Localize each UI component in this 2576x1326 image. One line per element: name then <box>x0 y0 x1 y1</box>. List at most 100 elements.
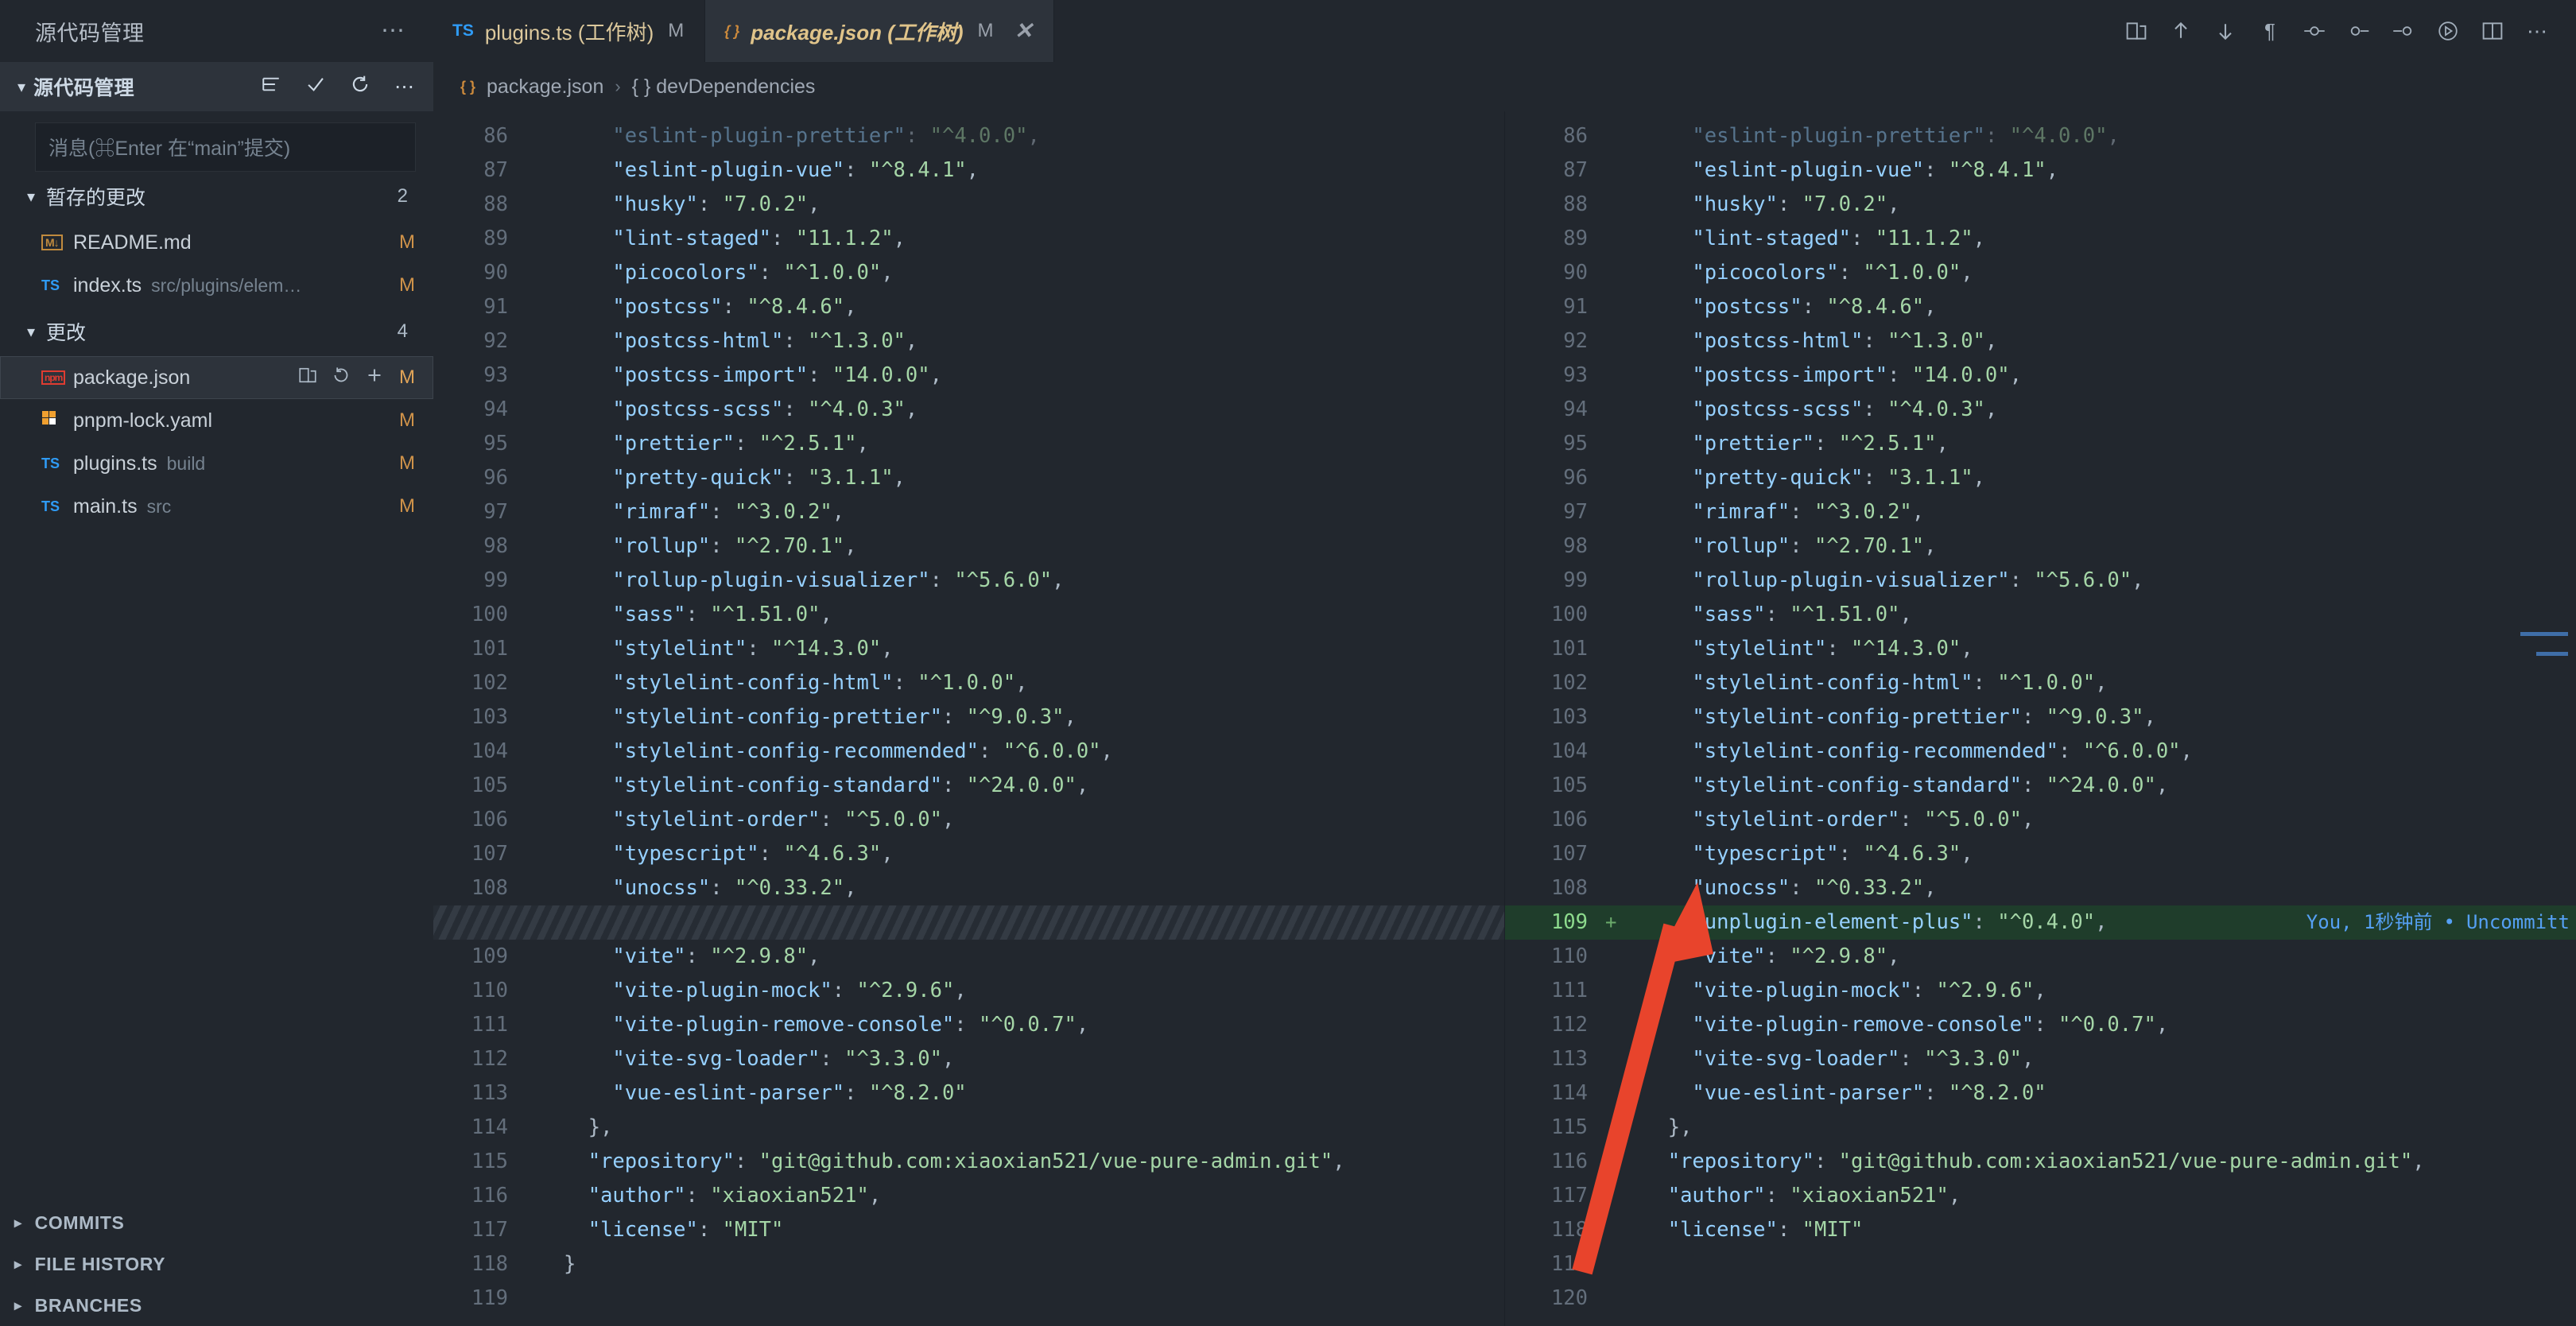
line-number: 114 <box>471 1115 508 1139</box>
sidebar-item-file-history[interactable]: ▸ FILE HISTORY <box>0 1243 433 1285</box>
ellipsis-icon[interactable]: ⋯ <box>381 19 406 43</box>
tab-package-json[interactable]: { } package.json (工作树) M ✕ <box>705 0 1054 62</box>
line-number: 118 <box>1550 1218 1588 1242</box>
run-icon[interactable] <box>2436 19 2460 43</box>
ellipsis-icon[interactable]: ⋯ <box>394 75 414 99</box>
list-item-main-ts[interactable]: TS main.ts src M <box>0 485 433 528</box>
file-path: src <box>146 495 172 517</box>
line-number: 116 <box>1550 1150 1588 1173</box>
close-icon[interactable]: ✕ <box>1014 20 1033 42</box>
code-line: 119 <box>1505 1247 2576 1281</box>
code-line: 86 "eslint-plugin-prettier": "^4.0.0", <box>433 119 1504 153</box>
line-number: 88 <box>483 192 508 216</box>
status-badge: M <box>399 409 415 431</box>
sidebar-item-commits[interactable]: ▸ COMMITS <box>0 1202 433 1243</box>
line-number: 112 <box>471 1047 508 1071</box>
breadcrumb-item-file[interactable]: package.json <box>487 76 603 99</box>
list-item-pnpm-lock[interactable]: pnpm-lock.yaml M <box>0 399 433 442</box>
chevron-down-icon: ▾ <box>27 188 36 206</box>
open-changes-icon[interactable] <box>2124 19 2148 43</box>
code-text: "stylelint-config-html": "^1.0.0", <box>1692 671 2108 695</box>
code-line: 111 "vite-plugin-remove-console": "^0.0.… <box>433 1008 1504 1042</box>
open-file-icon[interactable] <box>298 366 317 390</box>
commit-checkmark-icon[interactable] <box>305 74 326 100</box>
discard-changes-icon[interactable] <box>332 366 351 390</box>
line-number: 120 <box>1550 1286 1588 1310</box>
code-text: "stylelint-config-prettier": "^9.0.3", <box>612 705 1077 729</box>
json-file-icon: { } <box>724 22 740 39</box>
code-text: "author": "xiaoxian521", <box>1667 1184 1961 1208</box>
staged-changes-header[interactable]: ▾ 暂存的更改 2 <box>0 172 433 221</box>
collapse-unchanged-icon[interactable] <box>2347 19 2371 43</box>
line-number: 102 <box>471 671 508 695</box>
list-item-package-json[interactable]: npm package.json M <box>0 356 433 399</box>
expand-unchanged-icon[interactable] <box>2392 19 2415 43</box>
stage-changes-icon[interactable] <box>365 366 384 390</box>
list-item-index-ts[interactable]: TS index.ts src/plugins/elem… M <box>0 264 433 307</box>
breadcrumb-item-symbol[interactable]: { } devDependencies <box>632 76 816 99</box>
line-number: 103 <box>471 705 508 729</box>
code-line: 101 "stylelint": "^14.3.0", <box>433 632 1504 666</box>
code-text: "rollup": "^2.70.1", <box>612 534 857 558</box>
refresh-icon[interactable] <box>350 74 370 100</box>
status-badge: M <box>399 366 415 388</box>
code-text: "stylelint-order": "^5.0.0", <box>1692 808 2035 832</box>
line-number: 89 <box>1563 227 1588 250</box>
list-item-plugins-ts[interactable]: TS plugins.ts build M <box>0 442 433 485</box>
vscode-window: 源代码管理 ⋯ TS plugins.ts (工作树) M { } packag… <box>0 0 2576 1326</box>
code-text: "pretty-quick": "3.1.1", <box>1692 466 1985 490</box>
scm-section-title: 源代码管理 <box>33 77 135 99</box>
previous-change-icon[interactable] <box>2169 19 2193 43</box>
line-number: 111 <box>1550 979 1588 1002</box>
code-text: "vite": "^2.9.8", <box>612 944 821 968</box>
line-number: 89 <box>483 227 508 250</box>
code-line: 90 "picocolors": "^1.0.0", <box>1505 256 2576 290</box>
toggle-whitespace-icon[interactable]: ¶ <box>2258 19 2282 43</box>
line-number: 92 <box>1563 329 1588 353</box>
code-line: 88 "husky": "7.0.2", <box>1505 188 2576 222</box>
code-line: 113 "vue-eslint-parser": "^8.2.0" <box>433 1076 1504 1111</box>
code-line: 88 "husky": "7.0.2", <box>433 188 1504 222</box>
commit-message-input[interactable]: 消息(⌘Enter 在“main”提交) <box>35 122 416 172</box>
line-number: 98 <box>1563 534 1588 558</box>
breadcrumb-separator: › <box>615 76 621 96</box>
code-text: "eslint-plugin-vue": "^8.4.1", <box>612 158 980 182</box>
code-text: "postcss-html": "^1.3.0", <box>612 329 918 353</box>
ellipsis-icon[interactable]: ⋯ <box>2525 19 2549 43</box>
sidebar-item-branches[interactable]: ▸ BRANCHES <box>0 1285 433 1326</box>
typescript-file-icon: TS <box>452 21 474 40</box>
line-number: 108 <box>471 876 508 900</box>
status-badge: M <box>399 231 415 253</box>
sidebar-title: 源代码管理 <box>35 21 145 45</box>
split-editor-icon[interactable] <box>2481 19 2504 43</box>
code-line: 113 "vite-svg-loader": "^3.3.0", <box>1505 1042 2576 1076</box>
line-number: 94 <box>1563 397 1588 421</box>
code-line: 103 "stylelint-config-prettier": "^9.0.3… <box>433 700 1504 735</box>
view-as-tree-icon[interactable] <box>261 74 281 100</box>
chevron-down-icon: ▾ <box>27 323 36 341</box>
code-text: "vite-svg-loader": "^3.3.0", <box>612 1047 955 1071</box>
code-line: 93 "postcss-import": "14.0.0", <box>433 359 1504 393</box>
next-change-icon[interactable] <box>2213 19 2237 43</box>
diff-pane-modified[interactable]: 86 "eslint-plugin-prettier": "^4.0.0", 87… <box>1505 111 2576 1326</box>
chevron-down-icon[interactable]: ▾ <box>17 77 25 97</box>
line-number: 88 <box>1563 192 1588 216</box>
code-line: 93 "postcss-import": "14.0.0", <box>1505 359 2576 393</box>
line-number: 105 <box>471 774 508 797</box>
code-text: "lint-staged": "11.1.2", <box>1692 227 1985 250</box>
code-line: 116 "repository": "git@github.com:xiaoxi… <box>1505 1145 2576 1179</box>
code-text: "eslint-plugin-vue": "^8.4.1", <box>1692 158 2059 182</box>
diff-pane-original[interactable]: 86 "eslint-plugin-prettier": "^4.0.0", 87… <box>433 111 1505 1326</box>
tab-plugins-ts[interactable]: TS plugins.ts (工作树) M <box>433 0 706 62</box>
toggle-inline-view-icon[interactable] <box>2302 19 2326 43</box>
list-item-readme[interactable]: M↓ README.md M <box>0 221 433 264</box>
line-number: 98 <box>483 534 508 558</box>
line-number: 95 <box>1563 432 1588 456</box>
code-text: "postcss-scss": "^4.0.3", <box>1692 397 1998 421</box>
minimap-marker <box>2536 652 2568 656</box>
line-number: 94 <box>483 397 508 421</box>
scm-section-header[interactable]: ▾ 源代码管理 ⋯ <box>0 62 433 111</box>
changes-header[interactable]: ▾ 更改 4 <box>0 307 433 356</box>
line-number: 91 <box>1563 295 1588 319</box>
code-text: "postcss-import": "14.0.0", <box>1692 363 2022 387</box>
